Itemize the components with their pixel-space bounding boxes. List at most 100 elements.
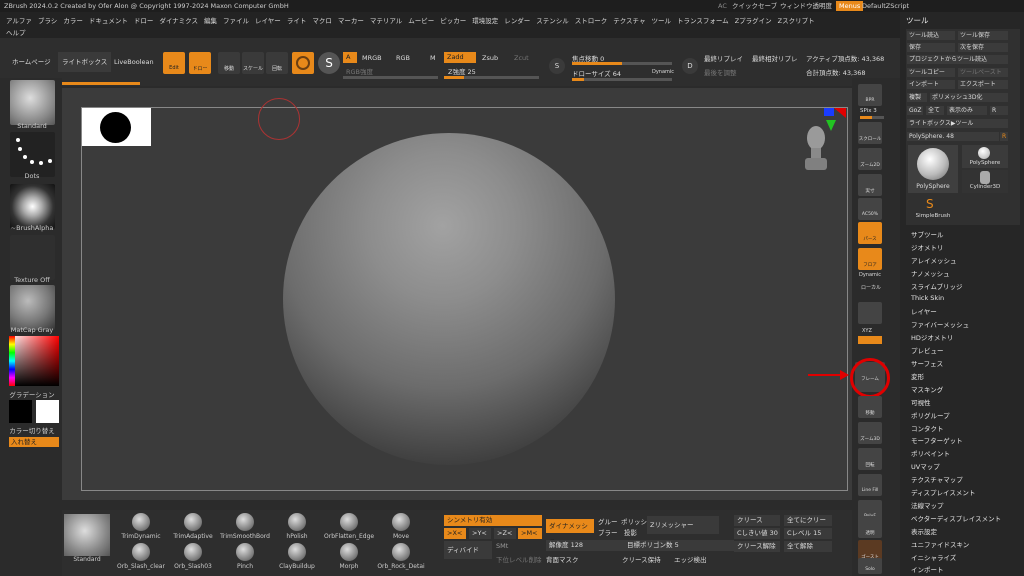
window-transparency-button[interactable]: ウィンドウ透明度	[780, 0, 832, 12]
polysphere-model[interactable]	[283, 133, 615, 465]
menu-item[interactable]: ライト	[287, 17, 307, 25]
scale-mode-button[interactable]: スケール	[242, 52, 264, 74]
move-view-button[interactable]: 移動	[858, 396, 882, 418]
detect-edges-toggle[interactable]: エッジ検出	[674, 554, 707, 564]
crease-button[interactable]: クリース	[734, 515, 780, 526]
linefill-button[interactable]: Line Fill	[858, 474, 882, 496]
cylinder3d-thumb[interactable]: Cylinder3D	[962, 170, 1008, 193]
tab-lightbox[interactable]: ライトボックス	[58, 52, 112, 72]
zcut-toggle[interactable]: Zcut	[514, 54, 529, 62]
delete-lower-button[interactable]: 下位レベル削除	[496, 554, 542, 564]
focal-shift-slider[interactable]	[572, 62, 672, 65]
symmetry-button[interactable]: シンメトリ有効	[444, 515, 542, 526]
zremesher-button[interactable]: Zリメッシャー	[647, 516, 719, 534]
brush-slot[interactable]: hPolish	[272, 513, 322, 540]
subpalette-item[interactable]: UVマップ	[911, 461, 940, 471]
subpalette-item[interactable]: インポート	[911, 564, 944, 574]
subpalette-item[interactable]: テクスチャマップ	[911, 474, 963, 484]
brush-slot[interactable]: Orb_Slash03	[168, 543, 218, 570]
a-toggle[interactable]: A	[343, 52, 357, 63]
menu-item[interactable]: アルファ	[6, 17, 32, 25]
quicksave-button[interactable]: クイックセーブ	[732, 0, 777, 12]
copy-tool-button[interactable]: ツールコピー	[907, 68, 955, 77]
save-as-button[interactable]: 次を保存	[958, 43, 1008, 52]
subpalette-item[interactable]: コンタクト	[911, 423, 944, 433]
menu-item[interactable]: Zプラグイン	[735, 17, 772, 25]
goz-visible-button[interactable]: 表示のみ	[947, 106, 987, 115]
brush-slot[interactable]: Morph	[324, 543, 374, 570]
subpalette-item[interactable]: アレイメッシュ	[911, 255, 957, 265]
brush-slot[interactable]: OrbFlatten_Edge	[324, 513, 374, 540]
floor-button[interactable]: フロア	[858, 248, 882, 270]
subpalette-item[interactable]: サーフェス	[911, 358, 943, 368]
perspective-button[interactable]: パース	[858, 222, 882, 244]
import-button[interactable]: インポート	[907, 80, 955, 89]
target-polys-slider[interactable]: 目標ポリゴン数 5	[624, 540, 734, 551]
rotate-view-button[interactable]: 回転	[858, 448, 882, 470]
canvas[interactable]	[62, 88, 852, 500]
menu-item[interactable]: ダイナミクス	[159, 17, 198, 25]
crease-level-slider[interactable]: Cレベル 15	[784, 528, 832, 539]
goz-button[interactable]: GoZ	[907, 106, 923, 115]
menu-item[interactable]: ブラシ	[38, 17, 57, 25]
menu-item[interactable]: ドロー	[134, 17, 154, 25]
subpalette-item[interactable]: スライムブリッジ	[911, 281, 962, 291]
zadd-toggle[interactable]: Zadd	[444, 52, 476, 63]
save-button[interactable]: 保存	[907, 43, 955, 52]
subpalette-item[interactable]: レイヤー	[911, 306, 937, 316]
subpalette-item[interactable]: モーフターゲット	[911, 435, 963, 445]
sym-m-toggle[interactable]: >M<	[518, 528, 542, 539]
dynamic-toggle[interactable]: Dynamic	[652, 69, 674, 75]
draw-size-slider[interactable]	[572, 78, 672, 81]
crease-tolerance-slider[interactable]: Cしきい値 30	[734, 528, 780, 539]
transparent-button[interactable]: 透明	[858, 516, 882, 538]
export-button[interactable]: エクスポート	[958, 80, 1008, 89]
stroke-thumbnail[interactable]	[10, 132, 55, 177]
hue-strip[interactable]	[9, 336, 15, 386]
bpr-button[interactable]: BPR	[858, 84, 882, 106]
crease-all-button[interactable]: 全てにクリース	[784, 515, 832, 535]
lightbox-tool-button[interactable]: ライトボックス▶ツール	[907, 119, 1008, 128]
texture-thumbnail[interactable]	[10, 235, 55, 280]
back-mask-toggle[interactable]: 背面マスク	[546, 554, 579, 564]
menu-item-help[interactable]: ヘルプ	[6, 27, 26, 37]
brush-slot[interactable]: Pinch	[220, 543, 270, 570]
actual-button[interactable]: 実寸	[858, 174, 882, 196]
brush-slot[interactable]: Orb_Slash_clear	[116, 543, 166, 570]
menu-item[interactable]: ピッカー	[440, 17, 466, 25]
menu-item[interactable]: マテリアル	[370, 17, 402, 25]
main-color-swatch[interactable]	[9, 400, 32, 423]
brush-slot[interactable]: TrimDynamic	[116, 513, 166, 540]
zoom2d-button[interactable]: ズーム2D	[858, 148, 882, 170]
menu-item[interactable]: カラー	[63, 17, 83, 25]
tab-liveboolean[interactable]: LiveBoolean	[110, 52, 158, 72]
secondary-color-swatch[interactable]	[36, 400, 59, 423]
color-picker[interactable]	[9, 336, 59, 386]
last-replay-button[interactable]: 最終リプレイ	[704, 53, 743, 63]
menu-item[interactable]: ステンシル	[536, 17, 569, 25]
brush-slot[interactable]: Move	[376, 513, 426, 540]
menu-item[interactable]: ムービー	[408, 17, 434, 25]
menu-item[interactable]: ドキュメント	[89, 17, 128, 25]
rgb-intensity-slider[interactable]	[343, 76, 438, 79]
subpalette-item[interactable]: 表示設定	[911, 526, 937, 536]
keep-creases-toggle[interactable]: クリース保持	[622, 554, 661, 564]
sym-z-toggle[interactable]: >Z<	[494, 528, 516, 539]
solo-button[interactable]: Solo	[858, 558, 882, 574]
material-swatch-button[interactable]	[292, 52, 314, 74]
uncrease-button[interactable]: クリース解除	[734, 541, 780, 552]
blur-toggle[interactable]: ブラー	[598, 527, 618, 537]
edit-mode-button[interactable]: Edit	[163, 52, 185, 74]
local-button[interactable]	[858, 302, 882, 324]
subpalette-item[interactable]: ユニファイドスキン	[911, 539, 969, 549]
menu-item[interactable]: マクロ	[312, 17, 332, 25]
swap-color-button[interactable]: 入れ替え	[9, 437, 59, 447]
move-mode-button[interactable]: 移動	[218, 52, 240, 74]
dynamesh-button[interactable]: ダイナメッシュ	[546, 519, 594, 544]
brush-slot[interactable]: Orb_Rock_Detai	[376, 543, 426, 570]
m-toggle[interactable]: M	[430, 54, 436, 62]
zsub-toggle[interactable]: Zsub	[482, 54, 498, 62]
spotlight-icon[interactable]: S	[318, 52, 340, 74]
menu-item[interactable]: 編集	[204, 17, 217, 25]
menu-item[interactable]: テクスチャ	[613, 17, 645, 25]
